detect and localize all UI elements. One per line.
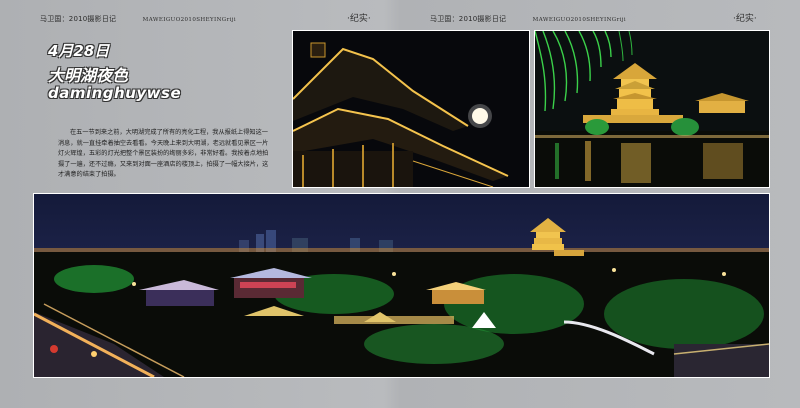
left-page-header: 马卫国：2010摄影日记 MAWEIGUO2010SHEYINGriji bbox=[40, 14, 236, 24]
title-date: 4月28日 bbox=[48, 42, 110, 60]
diary-paragraph: 在五一节到来之前，大明湖完成了所有的亮化工程，我从报纸上得知这一消息，就一直挂牵… bbox=[58, 129, 269, 178]
left-header-en: MAWEIGUO2010SHEYINGriji bbox=[142, 17, 237, 23]
pavilion-moon-photo bbox=[292, 30, 530, 188]
night-panorama-photo bbox=[33, 193, 770, 378]
photo-album-spread: 马卫国：2010摄影日记 MAWEIGUO2010SHEYINGriji ·纪实… bbox=[0, 0, 800, 408]
title-cn: 大明湖夜色 bbox=[48, 66, 129, 85]
lakeside-tower-photo bbox=[534, 30, 770, 188]
left-header-cn: 马卫国：2010摄影日记 bbox=[40, 15, 117, 23]
left-page-mark: ·纪实· bbox=[347, 14, 371, 24]
right-page-header: 马卫国：2010摄影日记 MAWEIGUO2010SHEYINGriji bbox=[430, 14, 626, 24]
title-pinyin: daminghuywse bbox=[48, 84, 182, 102]
right-header-en: MAWEIGUO2010SHEYINGriji bbox=[532, 17, 627, 23]
night-panorama-image bbox=[34, 194, 769, 377]
lakeside-tower-image bbox=[535, 31, 769, 187]
right-page-mark: ·纪实· bbox=[733, 14, 757, 24]
right-header-cn: 马卫国：2010摄影日记 bbox=[430, 15, 507, 23]
pavilion-moon-image bbox=[293, 31, 529, 187]
